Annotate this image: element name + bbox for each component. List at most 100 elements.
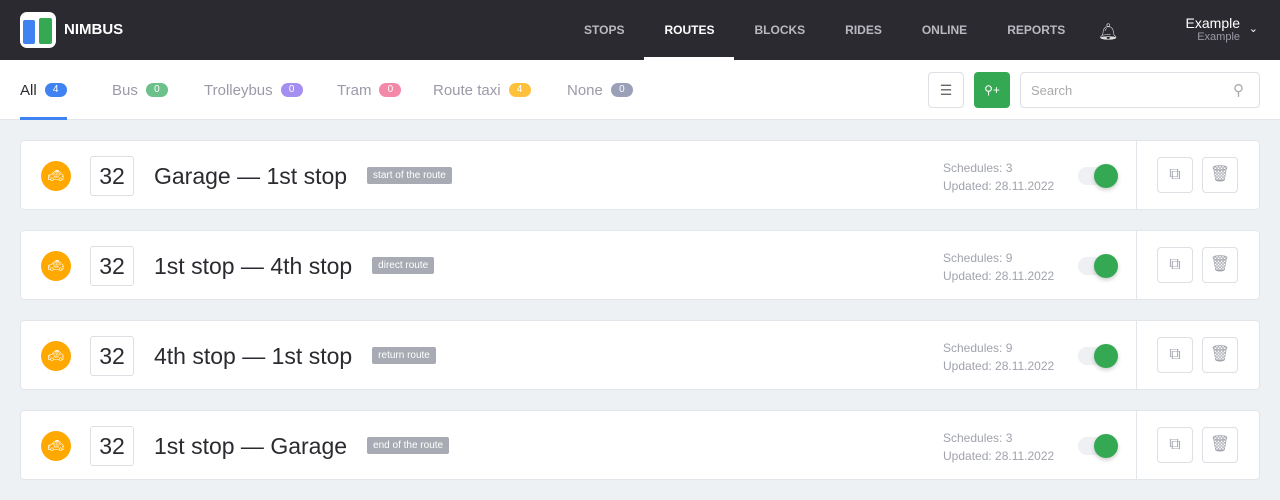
route-type-tag: end of the route [367,437,450,455]
brand-name: NIMBUS [64,21,124,38]
route-type-tag: return route [372,347,436,365]
route-meta: Schedules: 9 Updated: 28.11.2022 [943,339,1054,375]
route-number: 32 [90,246,134,286]
filter-tabs: All 4 Bus 0 Trolleybus 0 Tram 0 Route taxi 4 None 0… [0,60,1280,120]
route-taxi-icon: 🚕︎ [41,431,71,461]
tab-count-badge: 0 [280,83,303,97]
route-name: Garage — 1st stop [154,163,348,189]
copy-route-button[interactable]: ⧉ [1157,427,1193,463]
route-name: 4th stop — 1st stop [154,343,353,369]
route-title[interactable]: Garage — 1st stop start of the route [154,163,452,190]
route-number: 32 [90,156,134,196]
tab-label: Route taxi [433,81,501,99]
route-meta: Schedules: 3 Updated: 28.11.2022 [943,159,1054,195]
route-card[interactable]: 🚕︎ 32 1st stop — Garage end of the route … [20,410,1260,480]
map-view-button[interactable]: ⚲+ [974,72,1010,108]
nav-reports[interactable]: REPORTS [987,0,1085,60]
tab-count-badge: 4 [44,83,67,97]
route-card[interactable]: 🚕︎ 32 4th stop — 1st stop return route Sc… [20,320,1260,390]
tab-count-badge: 0 [145,83,168,97]
chevron-down-icon[interactable]: ⌄ [1249,22,1258,35]
route-title[interactable]: 1st stop — Garage end of the route [154,433,450,460]
updated-date: Updated: 28.11.2022 [943,269,1055,283]
trash-icon: 🗑︎ [1209,346,1231,363]
updated-date: Updated: 28.11.2022 [943,359,1055,373]
trash-icon: 🗑︎ [1209,166,1231,183]
divider [1136,411,1137,479]
divider [1136,321,1137,389]
copy-add-icon: ⧉ [1169,346,1181,363]
tab-tram[interactable]: Tram 0 [337,60,402,120]
main-nav: STOPS ROUTES BLOCKS RIDES ONLINE REPORTS [564,0,1085,60]
divider [1136,231,1137,299]
trash-icon: 🗑︎ [1209,436,1231,453]
map-pin-icon: ⚲+ [984,83,1000,97]
tab-label: Tram [337,81,372,99]
nav-blocks[interactable]: BLOCKS [734,0,825,60]
updated-date: Updated: 28.11.2022 [943,449,1055,463]
trash-icon: 🗑︎ [1209,256,1231,273]
route-type-tag: start of the route [367,167,452,185]
tab-count-badge: 0 [610,83,633,97]
delete-route-button[interactable]: 🗑︎ [1202,247,1238,283]
route-active-toggle[interactable] [1078,434,1118,458]
route-type-tag: direct route [372,257,435,275]
schedules-count: Schedules: 3 [943,161,1013,175]
route-taxi-icon: 🚕︎ [41,161,71,191]
user-subtitle: Example [1197,31,1240,43]
route-card[interactable]: 🚕︎ 32 Garage — 1st stop start of the rout… [20,140,1260,210]
copy-add-icon: ⧉ [1169,256,1181,273]
route-name: 1st stop — Garage [154,433,348,459]
divider [1136,141,1137,209]
nav-online[interactable]: ONLINE [902,0,987,60]
tab-none[interactable]: None 0 [567,60,633,120]
route-meta: Schedules: 3 Updated: 28.11.2022 [943,429,1054,465]
search-input[interactable] [1020,72,1260,108]
route-taxi-icon: 🚕︎ [41,251,71,281]
tab-count-badge: 0 [379,83,402,97]
list-view-button[interactable]: ☰ [928,72,964,108]
tab-trolleybus[interactable]: Trolleybus 0 [204,60,303,120]
tab-count-badge: 4 [508,83,531,97]
route-number: 32 [90,426,134,466]
copy-route-button[interactable]: ⧉ [1157,337,1193,373]
route-title[interactable]: 1st stop — 4th stop direct route [154,253,435,280]
tab-route-taxi[interactable]: Route taxi 4 [433,60,531,120]
updated-date: Updated: 28.11.2022 [943,179,1055,193]
copy-add-icon: ⧉ [1169,166,1181,183]
tab-label: Trolleybus [204,81,273,99]
route-active-toggle[interactable] [1078,254,1118,278]
route-card[interactable]: 🚕︎ 32 1st stop — 4th stop direct route Sc… [20,230,1260,300]
route-meta: Schedules: 9 Updated: 28.11.2022 [943,249,1054,285]
copy-route-button[interactable]: ⧉ [1157,247,1193,283]
route-active-toggle[interactable] [1078,344,1118,368]
route-name: 1st stop — 4th stop [154,253,353,279]
copy-route-button[interactable]: ⧉ [1157,157,1193,193]
route-number: 32 [90,336,134,376]
search-icon: ⚲ [1233,82,1244,99]
tab-all[interactable]: All 4 [20,60,67,120]
route-taxi-icon: 🚕︎ [41,341,71,371]
tab-bus[interactable]: Bus 0 [112,60,168,120]
nav-stops[interactable]: STOPS [564,0,644,60]
delete-route-button[interactable]: 🗑︎ [1202,157,1238,193]
copy-add-icon: ⧉ [1169,436,1181,453]
schedules-count: Schedules: 3 [943,431,1013,445]
top-bar: NIMBUS STOPS ROUTES BLOCKS RIDES ONLINE … [0,0,1280,60]
route-title[interactable]: 4th stop — 1st stop return route [154,343,436,370]
tab-label: Bus [112,81,138,99]
nav-rides[interactable]: RIDES [825,0,902,60]
user-name: Example [1185,15,1240,31]
user-menu[interactable]: Example Example [1186,15,1240,43]
schedules-count: Schedules: 9 [943,251,1013,265]
schedules-count: Schedules: 9 [943,341,1013,355]
route-active-toggle[interactable] [1078,164,1118,188]
nimbus-logo-icon[interactable] [20,12,56,48]
bell-icon[interactable]: 🔔︎ [1098,22,1118,41]
nav-routes[interactable]: ROUTES [644,0,735,60]
list-icon: ☰ [939,81,953,98]
tab-label: All [20,81,37,99]
delete-route-button[interactable]: 🗑︎ [1202,337,1238,373]
tab-label: None [567,81,603,99]
delete-route-button[interactable]: 🗑︎ [1202,427,1238,463]
